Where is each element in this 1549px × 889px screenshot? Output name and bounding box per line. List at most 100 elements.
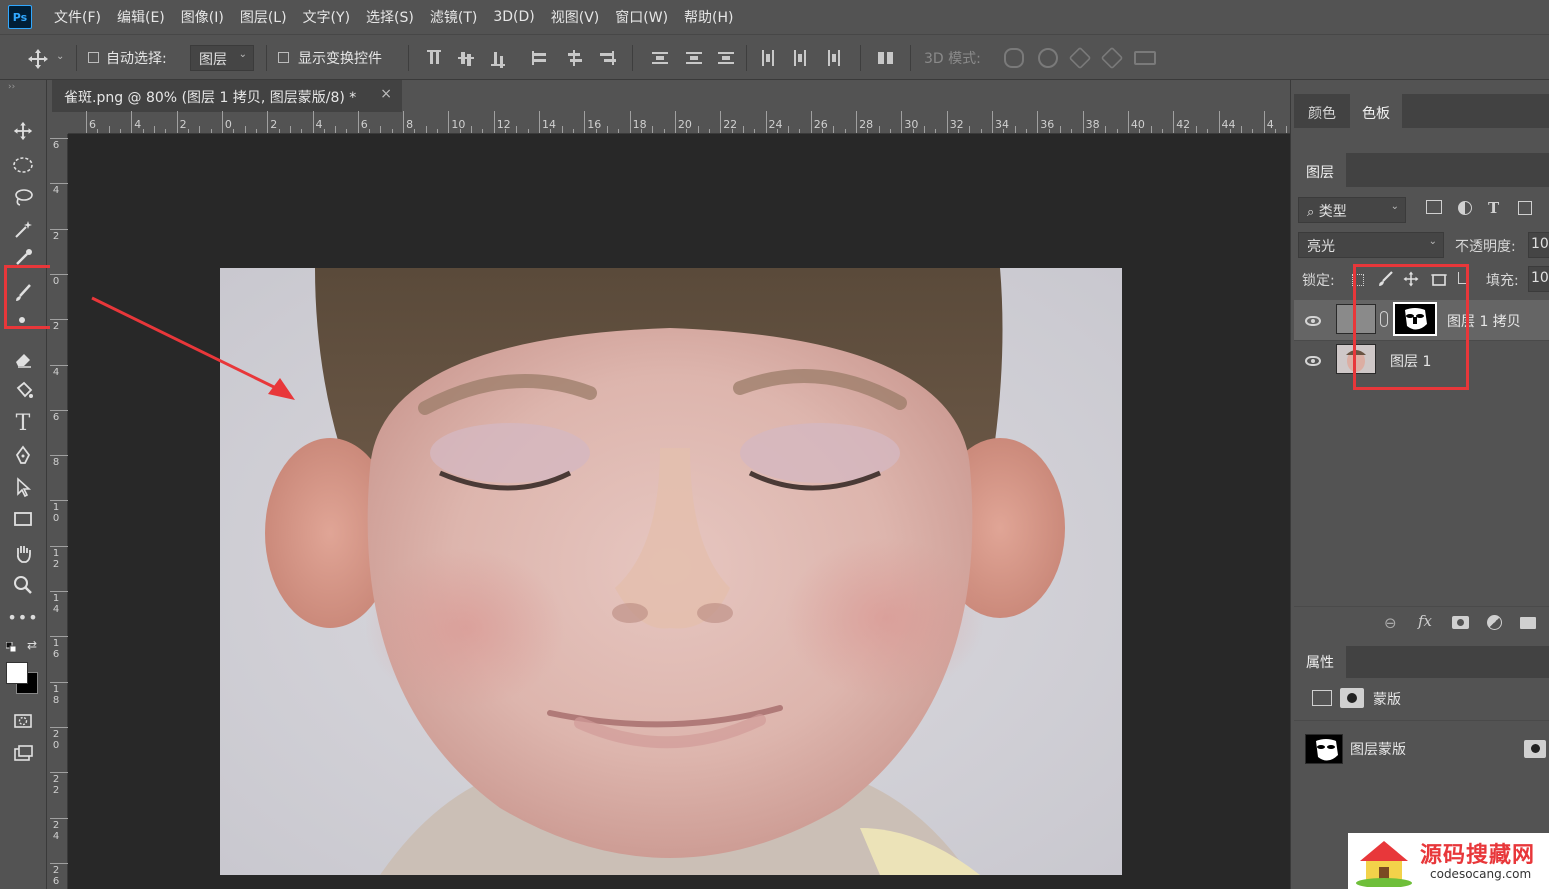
align-top-icon[interactable]: [426, 50, 442, 66]
blend-mode-dropdown[interactable]: 亮光 ⌄: [1298, 232, 1444, 258]
ruler-label: 16: [587, 118, 602, 131]
foreground-color-swatch[interactable]: [6, 662, 28, 684]
auto-select-dropdown[interactable]: 图层 ⌄: [190, 45, 254, 71]
filter-adjustment-icon[interactable]: [1458, 201, 1472, 215]
hand-tool-icon[interactable]: [10, 540, 36, 566]
pen-tool-icon[interactable]: [10, 442, 36, 468]
ruler-minor-tick: [108, 126, 110, 133]
document-tab[interactable]: 雀斑.png @ 80% (图层 1 拷贝, 图层蒙版/8) * ×: [52, 80, 402, 112]
swap-colors-icon[interactable]: ⇄: [27, 638, 37, 652]
camera-3d-icon[interactable]: [1134, 51, 1156, 65]
distribute-hcenter-icon[interactable]: [792, 50, 808, 66]
tab-layers[interactable]: 图层: [1294, 153, 1346, 187]
ruler-major-tick: [403, 111, 405, 133]
close-tab-icon[interactable]: ×: [380, 86, 392, 102]
lasso-tool-icon[interactable]: [10, 184, 36, 210]
paint-bucket-tool-icon[interactable]: [10, 378, 36, 404]
roll-3d-icon[interactable]: [1038, 48, 1058, 68]
fill-value: 100: [1531, 270, 1549, 286]
auto-align-icon[interactable]: [878, 50, 894, 66]
ruler-major-tick: [1082, 111, 1084, 133]
menu-filter[interactable]: 滤镜(T): [430, 7, 477, 27]
menu-layer[interactable]: 图层(L): [240, 7, 287, 27]
adjustment-layer-icon[interactable]: [1487, 615, 1502, 630]
vertical-ruler[interactable]: 64202468101214161820222426: [50, 134, 68, 889]
menu-view[interactable]: 视图(V): [551, 7, 600, 27]
tab-color[interactable]: 颜色: [1296, 94, 1348, 128]
document-image[interactable]: [220, 268, 1122, 875]
menu-type[interactable]: 文字(Y): [303, 7, 350, 27]
pixel-mask-icon[interactable]: [1312, 690, 1332, 706]
vector-mask-icon[interactable]: [1340, 688, 1364, 708]
align-bottom-icon[interactable]: [490, 50, 506, 66]
ruler-label: 16: [52, 638, 60, 661]
opacity-input[interactable]: 100: [1528, 232, 1549, 258]
ruler-minor-tick: [153, 126, 155, 133]
orbit-3d-icon[interactable]: [1004, 48, 1024, 68]
path-select-tool-icon[interactable]: [10, 474, 36, 500]
chevron-down-icon[interactable]: ⌄: [56, 51, 64, 62]
fx-icon[interactable]: fx: [1418, 612, 1432, 630]
pan-3d-icon[interactable]: [1068, 46, 1092, 70]
menu-image[interactable]: 图像(I): [181, 7, 224, 27]
more-tools-icon[interactable]: •••: [7, 604, 37, 630]
align-hcenter-icon[interactable]: [566, 50, 582, 66]
tab-swatches[interactable]: 色板: [1350, 94, 1402, 128]
screen-mode-icon[interactable]: [10, 740, 36, 766]
menu-window[interactable]: 窗口(W): [615, 7, 668, 27]
ruler-minor-tick: [1071, 129, 1073, 133]
type-tool-icon[interactable]: T: [10, 410, 36, 436]
ruler-origin[interactable]: [50, 112, 68, 134]
default-colors-icon[interactable]: [5, 640, 17, 653]
ruler-label: 42: [1176, 118, 1191, 131]
rectangle-tool-icon[interactable]: [10, 506, 36, 532]
properties-layer-mask-label: 图层蒙版: [1350, 742, 1406, 758]
visibility-eye-icon[interactable]: [1305, 316, 1321, 326]
photoshop-logo[interactable]: Ps: [8, 5, 32, 29]
new-group-icon[interactable]: [1520, 617, 1536, 629]
distribute-left-icon[interactable]: [760, 50, 776, 66]
fill-input[interactable]: 100: [1528, 266, 1549, 292]
ruler-major-tick: [493, 111, 495, 133]
menu-edit[interactable]: 编辑(E): [117, 7, 165, 27]
ruler-minor-tick: [799, 129, 801, 133]
filter-shape-icon[interactable]: [1518, 201, 1532, 215]
link-layers-icon[interactable]: ⊖: [1384, 614, 1397, 632]
layer-filter-dropdown[interactable]: ⌕ 类型 ⌄: [1298, 197, 1406, 223]
expand-toolbar-icon[interactable]: ››: [8, 82, 15, 92]
visibility-eye-icon[interactable]: [1305, 356, 1321, 366]
magic-wand-tool-icon[interactable]: [10, 216, 36, 242]
distribute-vcenter-icon[interactable]: [686, 50, 702, 66]
search-icon: ⌕: [1307, 205, 1315, 220]
add-mask-icon[interactable]: [1452, 616, 1469, 629]
quick-mask-icon[interactable]: [10, 708, 36, 734]
auto-select-checkbox[interactable]: [88, 52, 99, 63]
align-vcenter-icon[interactable]: [458, 50, 474, 66]
marquee-tool-icon[interactable]: [10, 152, 36, 178]
ruler-label: 30: [904, 118, 919, 131]
menu-file[interactable]: 文件(F): [54, 7, 101, 27]
ruler-major-tick: [221, 111, 223, 133]
menu-3d[interactable]: 3D(D): [493, 9, 534, 25]
horizontal-ruler[interactable]: 6 4 2 0 2 4 6 8 10 12 14 16 18 20 22 24 26 28 30 32 34 36 38 40…: [68, 111, 1299, 134]
eraser-tool-icon[interactable]: [10, 346, 36, 372]
align-right-icon[interactable]: [598, 50, 614, 66]
align-left-icon[interactable]: [532, 50, 548, 66]
slide-3d-icon[interactable]: [1100, 46, 1124, 70]
move-tool-icon[interactable]: [10, 118, 36, 144]
menu-select[interactable]: 选择(S): [366, 7, 414, 27]
mask-options-icon[interactable]: [1524, 740, 1546, 758]
filter-pixel-icon[interactable]: [1426, 200, 1442, 214]
tab-properties[interactable]: 属性: [1294, 646, 1346, 678]
ruler-minor-tick: [210, 129, 212, 133]
distribute-top-icon[interactable]: [652, 50, 668, 66]
filter-type-icon[interactable]: T: [1488, 199, 1499, 217]
highlight-box-mask: [1353, 264, 1469, 390]
distribute-bottom-icon[interactable]: [718, 50, 734, 66]
zoom-tool-icon[interactable]: [10, 572, 36, 598]
distribute-right-icon[interactable]: [826, 50, 842, 66]
girl-face-photo: [220, 268, 1122, 875]
move-tool-preset-icon[interactable]: [26, 47, 50, 71]
menu-help[interactable]: 帮助(H): [684, 7, 733, 27]
show-transform-checkbox[interactable]: [278, 52, 289, 63]
